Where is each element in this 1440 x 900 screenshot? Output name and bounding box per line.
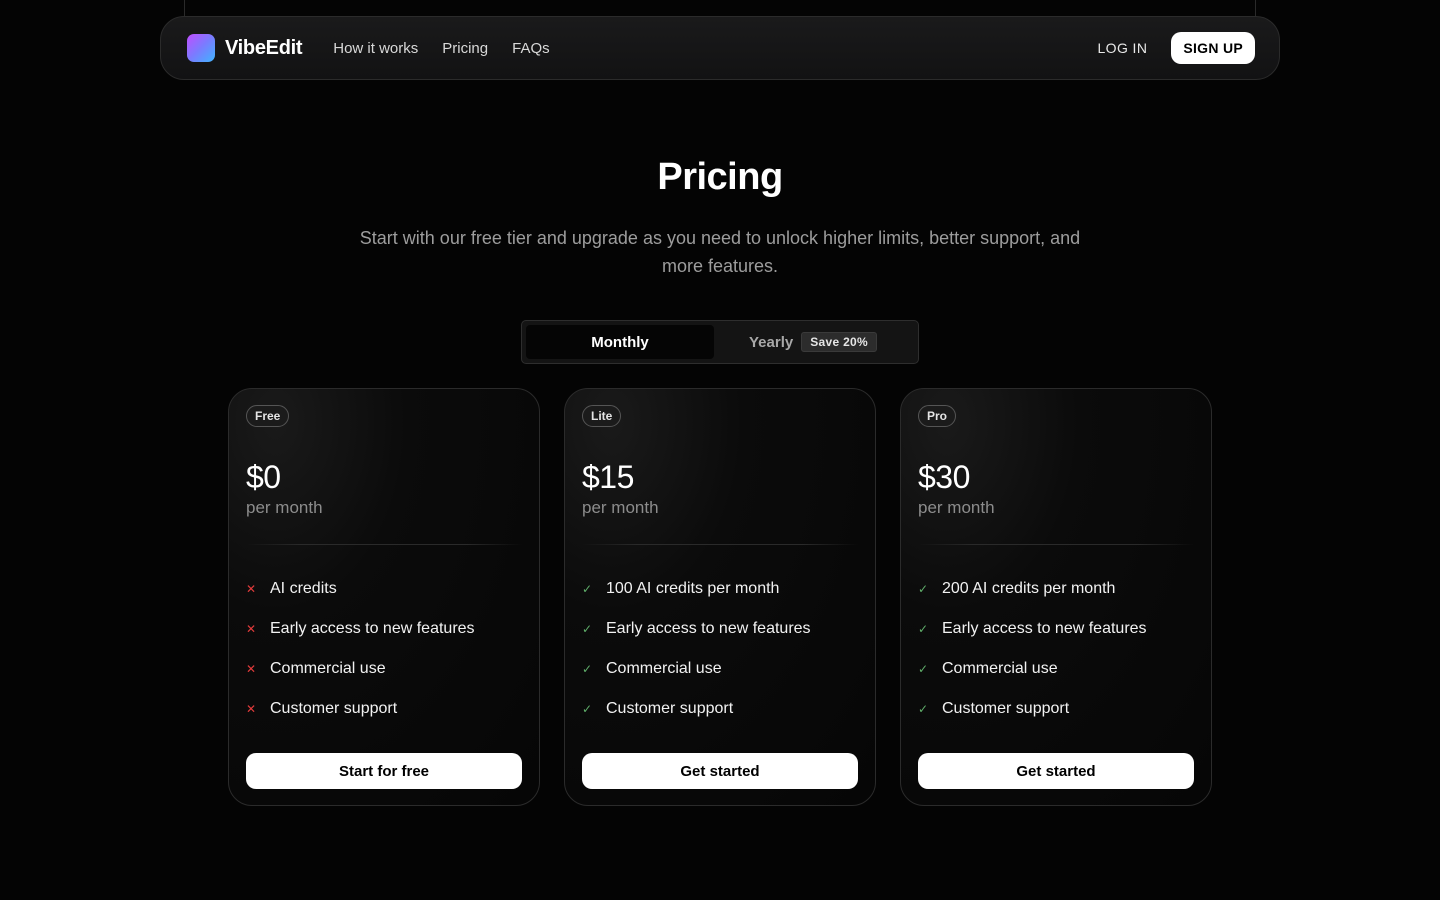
billing-yearly-label: Yearly (749, 333, 794, 351)
plan-card-lite: Lite $15 per month ✓ 100 AI credits per m… (564, 388, 876, 806)
brand-name[interactable]: VibeEdit (225, 37, 303, 60)
save-badge: Save 20% (801, 332, 877, 352)
nav-link-pricing[interactable]: Pricing (442, 40, 488, 57)
feature-text: Commercial use (606, 660, 722, 677)
feature-text: Early access to new features (942, 620, 1147, 637)
signup-button[interactable]: SIGN UP (1171, 32, 1255, 64)
feature-item: ✕ Commercial use (246, 649, 522, 689)
feature-text: AI credits (270, 580, 337, 597)
feature-item: ✓ Early access to new features (582, 609, 858, 649)
feature-item: ✓ Commercial use (582, 649, 858, 689)
nav-links: How it works Pricing FAQs (333, 40, 549, 57)
feature-item: ✕ Early access to new features (246, 609, 522, 649)
check-icon: ✓ (582, 622, 593, 636)
check-icon: ✓ (918, 582, 929, 596)
feature-text: Customer support (606, 700, 734, 717)
plan-period: per month (918, 498, 995, 517)
billing-monthly-option[interactable]: Monthly (526, 325, 714, 359)
feature-text: Commercial use (942, 660, 1058, 677)
plan-card-pro: Pro $30 per month ✓ 200 AI credits per mo… (900, 388, 1212, 806)
feature-item: ✓ Commercial use (918, 649, 1194, 689)
feature-text: Commercial use (270, 660, 386, 677)
top-nav: VibeEdit How it works Pricing FAQs LOG I… (160, 16, 1280, 80)
plan-card-free: Free $0 per month ✕ AI credits ✕ Early acc… (228, 388, 540, 806)
get-started-pro-button[interactable]: Get started (918, 753, 1194, 789)
plan-period: per month (582, 498, 659, 517)
start-for-free-button[interactable]: Start for free (246, 753, 522, 789)
feature-item: ✕ AI credits (246, 569, 522, 609)
login-link[interactable]: LOG IN (1097, 40, 1147, 56)
billing-yearly-option[interactable]: Yearly Save 20% (714, 325, 912, 359)
feature-item: ✓ Customer support (918, 689, 1194, 729)
tier-badge: Free (246, 405, 290, 427)
feature-list: ✓ 200 AI credits per month ✓ Early access … (918, 569, 1194, 729)
feature-list: ✕ AI credits ✕ Early access to new feature… (246, 569, 522, 729)
tier-badge: Lite (582, 405, 622, 427)
plan-price: $30 (918, 459, 970, 495)
feature-item: ✓ 200 AI credits per month (918, 569, 1194, 609)
brand-logo-icon[interactable] (187, 34, 215, 62)
feature-text: Early access to new features (270, 620, 475, 637)
page-title: Pricing (657, 156, 783, 198)
feature-item: ✓ Early access to new features (918, 609, 1194, 649)
x-icon: ✕ (246, 662, 257, 676)
plan-period: per month (246, 498, 323, 517)
x-icon: ✕ (246, 582, 257, 596)
tier-badge: Pro (918, 405, 957, 427)
x-icon: ✕ (246, 622, 257, 636)
billing-toggle: Monthly Yearly Save 20% (521, 320, 919, 364)
feature-list: ✓ 100 AI credits per month ✓ Early access … (582, 569, 858, 729)
feature-text: 200 AI credits per month (942, 580, 1116, 597)
check-icon: ✓ (582, 702, 593, 716)
check-icon: ✓ (918, 662, 929, 676)
check-icon: ✓ (582, 582, 593, 596)
check-icon: ✓ (918, 622, 929, 636)
feature-text: Customer support (270, 700, 398, 717)
check-icon: ✓ (918, 702, 929, 716)
plan-price: $15 (582, 459, 634, 495)
divider (918, 544, 1194, 545)
feature-item: ✓ Customer support (582, 689, 858, 729)
nav-link-faqs[interactable]: FAQs (512, 40, 550, 57)
get-started-lite-button[interactable]: Get started (582, 753, 858, 789)
pricing-page: VibeEdit How it works Pricing FAQs LOG I… (0, 0, 1440, 900)
feature-item: ✓ 100 AI credits per month (582, 569, 858, 609)
check-icon: ✓ (582, 662, 593, 676)
feature-text: Customer support (942, 700, 1070, 717)
divider (246, 544, 522, 545)
nav-actions: LOG IN SIGN UP (1097, 32, 1255, 64)
plan-price: $0 (246, 459, 281, 495)
page-subtitle: Start with our free tier and upgrade as … (359, 228, 1081, 276)
feature-text: 100 AI credits per month (606, 580, 780, 597)
x-icon: ✕ (246, 702, 257, 716)
feature-text: Early access to new features (606, 620, 811, 637)
feature-item: ✕ Customer support (246, 689, 522, 729)
divider (582, 544, 858, 545)
nav-link-how-it-works[interactable]: How it works (333, 40, 418, 57)
